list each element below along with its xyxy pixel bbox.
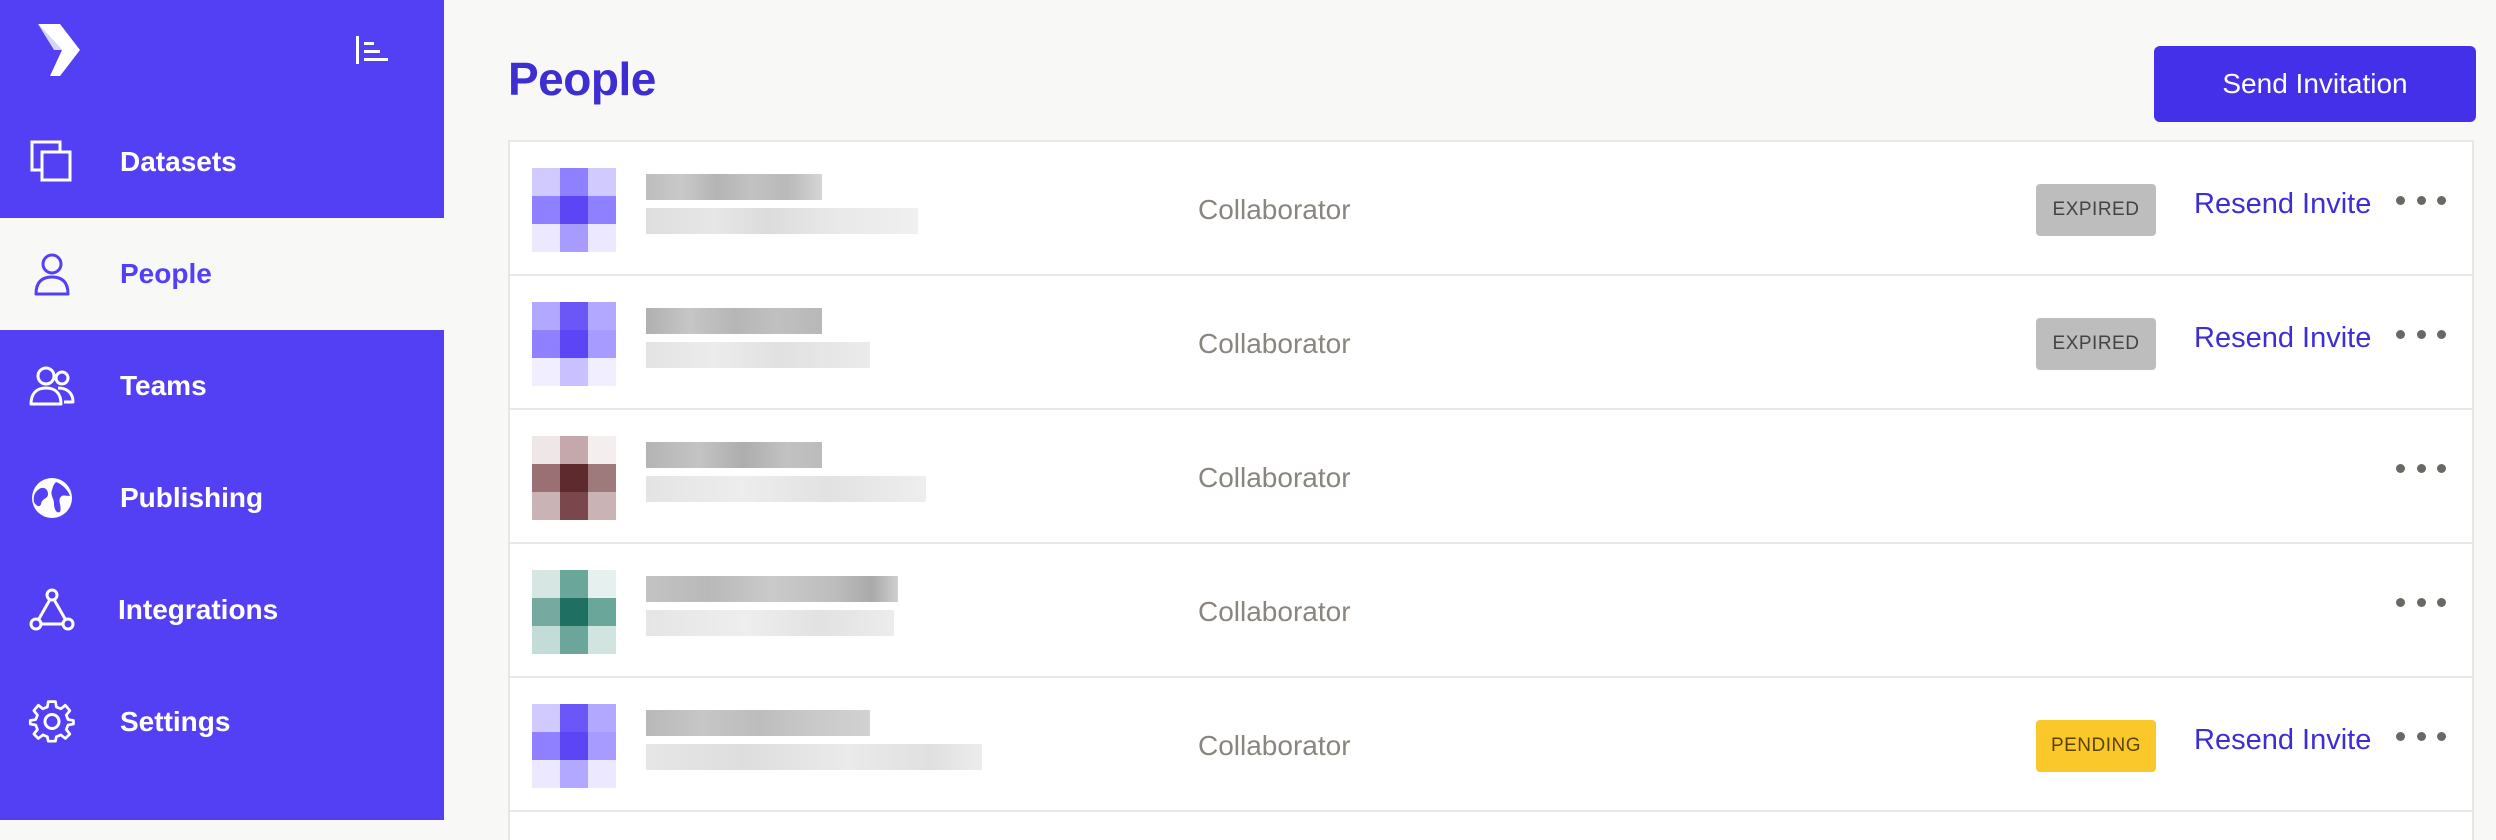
avatar bbox=[532, 704, 616, 788]
collapse-sidebar-icon[interactable] bbox=[354, 36, 390, 64]
sidebar-item-label: People bbox=[120, 258, 212, 289]
status-badge: EXPIRED bbox=[2036, 184, 2156, 236]
sidebar-item-label: Teams bbox=[120, 370, 207, 401]
sidebar-item-label: Integrations bbox=[118, 594, 279, 625]
page-title: People bbox=[508, 53, 656, 105]
table-row[interactable]: Collaborator EXPIRED Resend Invite bbox=[510, 142, 2472, 276]
resend-invite-link[interactable]: Resend Invite bbox=[2194, 724, 2371, 757]
avatar bbox=[532, 302, 616, 386]
avatar bbox=[532, 570, 616, 654]
datasets-icon bbox=[30, 140, 72, 182]
sidebar-item-teams[interactable]: Teams bbox=[0, 330, 444, 442]
avatar bbox=[532, 436, 616, 520]
table-row[interactable]: Collaborator bbox=[510, 544, 2472, 678]
sidebar-item-people[interactable]: People bbox=[0, 218, 444, 330]
role-label: Collaborator bbox=[1198, 328, 1351, 359]
send-invitation-button[interactable]: Send Invitation bbox=[2154, 46, 2476, 122]
person-email-redacted bbox=[646, 610, 894, 636]
role-label: Collaborator bbox=[1198, 194, 1351, 225]
gear-icon bbox=[28, 700, 75, 743]
role-label: Collaborator bbox=[1198, 596, 1351, 627]
table-row[interactable]: Collaborator PENDING Resend Invite bbox=[510, 678, 2472, 812]
table-row[interactable]: Collaborator bbox=[510, 410, 2472, 544]
resend-invite-link[interactable]: Resend Invite bbox=[2194, 188, 2371, 221]
more-options-icon[interactable] bbox=[2396, 186, 2446, 214]
status-badge: PENDING bbox=[2036, 720, 2156, 772]
more-options-icon[interactable] bbox=[2396, 588, 2446, 616]
person-name-redacted bbox=[646, 576, 898, 602]
person-name-redacted bbox=[646, 308, 822, 334]
resend-invite-link[interactable]: Resend Invite bbox=[2194, 322, 2371, 355]
sidebar: Datasets People Teams Publishing Integra… bbox=[0, 0, 444, 820]
globe-icon bbox=[32, 478, 72, 518]
main-content: People Send Invitation Collaborator EXPI… bbox=[444, 0, 2496, 840]
logo-icon[interactable] bbox=[36, 24, 84, 76]
role-label: Collaborator bbox=[1198, 462, 1351, 493]
people-table: Collaborator EXPIRED Resend Invite Colla… bbox=[508, 140, 2474, 840]
avatar bbox=[532, 168, 616, 252]
sidebar-item-publishing[interactable]: Publishing bbox=[0, 442, 444, 554]
status-badge: EXPIRED bbox=[2036, 318, 2156, 370]
network-nodes-icon bbox=[29, 588, 75, 631]
more-options-icon[interactable] bbox=[2396, 320, 2446, 348]
sidebar-item-settings[interactable]: Settings bbox=[0, 666, 444, 778]
person-name-redacted bbox=[646, 710, 870, 736]
sidebar-item-integrations[interactable]: Integrations bbox=[0, 554, 444, 666]
more-options-icon[interactable] bbox=[2396, 454, 2446, 482]
sidebar-item-datasets[interactable]: Datasets bbox=[0, 106, 444, 218]
person-email-redacted bbox=[646, 476, 926, 502]
table-row[interactable]: Collaborator EXPIRED Resend Invite bbox=[510, 276, 2472, 410]
person-email-redacted bbox=[646, 342, 870, 368]
person-name-redacted bbox=[646, 174, 822, 200]
sidebar-item-label: Settings bbox=[120, 706, 231, 737]
role-label: Collaborator bbox=[1198, 730, 1351, 761]
people-group-icon bbox=[29, 366, 75, 406]
person-icon bbox=[34, 253, 70, 296]
more-options-icon[interactable] bbox=[2396, 722, 2446, 750]
person-email-redacted bbox=[646, 208, 918, 234]
sidebar-item-label: Publishing bbox=[120, 482, 264, 513]
person-email-redacted bbox=[646, 744, 982, 770]
person-name-redacted bbox=[646, 442, 822, 468]
sidebar-item-label: Datasets bbox=[120, 146, 237, 177]
